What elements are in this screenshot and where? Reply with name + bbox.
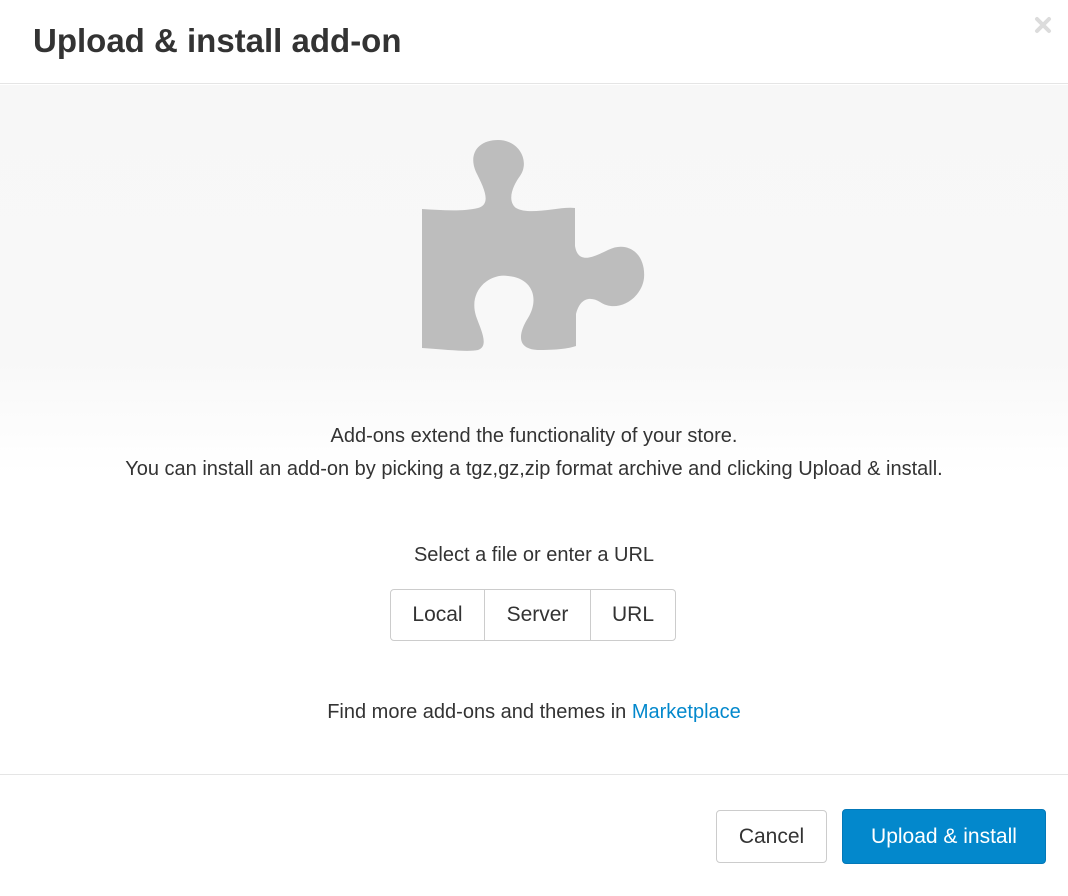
marketplace-link[interactable]: Marketplace [632,701,741,723]
dialog-header: Upload & install add-on [0,0,1068,84]
dialog-body: Add-ons extend the functionality of your… [0,85,1068,774]
source-select-label: Select a file or enter a URL [413,544,655,566]
local-source-button[interactable]: Local [391,590,485,640]
source-button-group: Local Server URL [390,589,676,641]
upload-addon-dialog: Upload & install add-on Add-ons extend t… [0,0,1068,896]
upload-install-button[interactable]: Upload & install [842,809,1046,864]
close-button[interactable] [1030,12,1056,38]
url-source-button[interactable]: URL [591,590,675,640]
puzzle-piece-icon [422,140,645,351]
close-icon [1035,17,1051,33]
description-line-1: Add-ons extend the functionality of your… [330,425,738,447]
dialog-footer: Cancel Upload & install [0,774,1068,896]
marketplace-text: Find more add-ons and themes in Marketpl… [0,699,1068,725]
description-line-2: You can install an add-on by picking a t… [125,458,943,480]
dialog-title: Upload & install add-on [33,22,402,59]
server-source-button[interactable]: Server [485,590,591,640]
marketplace-prefix: Find more add-ons and themes in [327,701,627,723]
cancel-button[interactable]: Cancel [716,810,827,863]
